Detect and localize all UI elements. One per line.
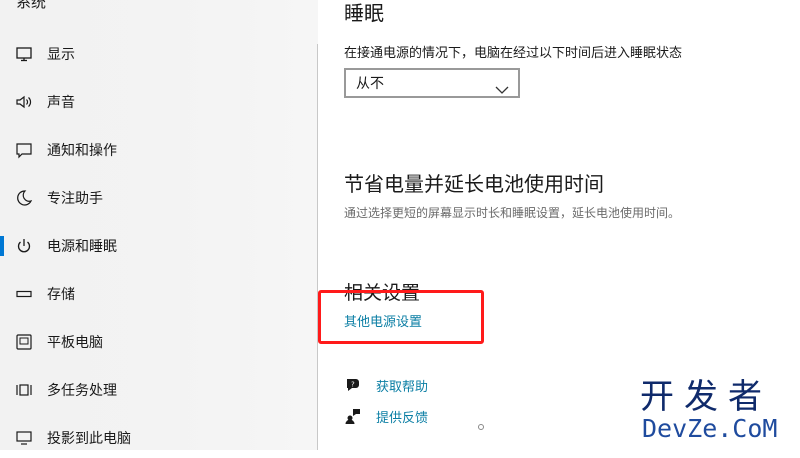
- feedback-person-icon: [344, 407, 362, 425]
- projection-icon: [15, 429, 33, 447]
- notification-icon: [15, 141, 33, 159]
- sidebar-item-storage[interactable]: 存储: [0, 274, 318, 314]
- get-help-link[interactable]: ? 获取帮助: [344, 375, 428, 395]
- storage-icon: [15, 285, 33, 303]
- monitor-icon: [15, 45, 33, 63]
- sidebar-item-focus-assist[interactable]: 专注助手: [0, 178, 318, 218]
- battery-saving-heading: 节省电量并延长电池使用时间: [344, 172, 604, 196]
- speaker-icon: [15, 93, 33, 111]
- highlight-annotation-box: [318, 290, 484, 344]
- sidebar-item-display[interactable]: 显示: [0, 34, 318, 74]
- sidebar-item-label: 投影到此电脑: [47, 431, 131, 447]
- sidebar-item-label: 多任务处理: [47, 383, 117, 399]
- sidebar-item-label: 平板电脑: [47, 335, 103, 351]
- svg-text:?: ?: [351, 381, 355, 389]
- sidebar-item-label: 显示: [47, 47, 75, 63]
- help-chat-icon: ?: [344, 376, 362, 394]
- sidebar-item-power-sleep[interactable]: 电源和睡眠: [0, 226, 318, 266]
- sidebar-item-tablet[interactable]: 平板电脑: [0, 322, 318, 362]
- sidebar-item-project-to-pc[interactable]: 投影到此电脑: [0, 418, 318, 458]
- chevron-down-icon: [495, 79, 509, 98]
- sidebar-item-label: 存储: [47, 287, 75, 303]
- sidebar-item-label: 通知和操作: [47, 143, 117, 159]
- watermark-logo: 开发者 DevZe.CoM: [640, 378, 800, 450]
- sidebar-item-label: 电源和睡眠: [47, 239, 117, 255]
- sleep-timeout-select[interactable]: 从不: [344, 68, 520, 98]
- watermark-cn-text: 开发者: [640, 377, 772, 417]
- sidebar-item-multitasking[interactable]: 多任务处理: [0, 370, 318, 410]
- give-feedback-link[interactable]: 提供反馈: [344, 406, 428, 426]
- moon-icon: [15, 189, 33, 207]
- battery-saving-description: 通过选择更短的屏幕显示时长和睡眠设置，延长电池使用时间。: [344, 206, 681, 220]
- give-feedback-label: 提供反馈: [376, 410, 429, 426]
- sleep-description: 在接通电源的情况下，电脑在经过以下时间后进入睡眠状态: [344, 46, 683, 61]
- sidebar-item-label: 专注助手: [47, 191, 103, 207]
- sleep-timeout-value: 从不: [356, 76, 384, 92]
- sidebar: 系统 显示 声音 通知和操作 专注助手 电源和睡眠 存储 平板电脑 多任务处理 …: [0, 0, 318, 450]
- multitask-icon: [15, 381, 33, 399]
- sidebar-item-label: 声音: [47, 95, 75, 111]
- get-help-label: 获取帮助: [376, 379, 429, 395]
- sidebar-item-sound[interactable]: 声音: [0, 82, 318, 122]
- decorative-dot: [478, 424, 484, 430]
- sidebar-header: 系统: [16, 0, 47, 11]
- watermark-en-text: DevZe.CoM: [642, 414, 778, 443]
- sleep-heading: 睡眠: [344, 1, 384, 25]
- sidebar-item-notifications[interactable]: 通知和操作: [0, 130, 318, 170]
- tablet-icon: [15, 333, 33, 351]
- power-icon: [15, 237, 33, 255]
